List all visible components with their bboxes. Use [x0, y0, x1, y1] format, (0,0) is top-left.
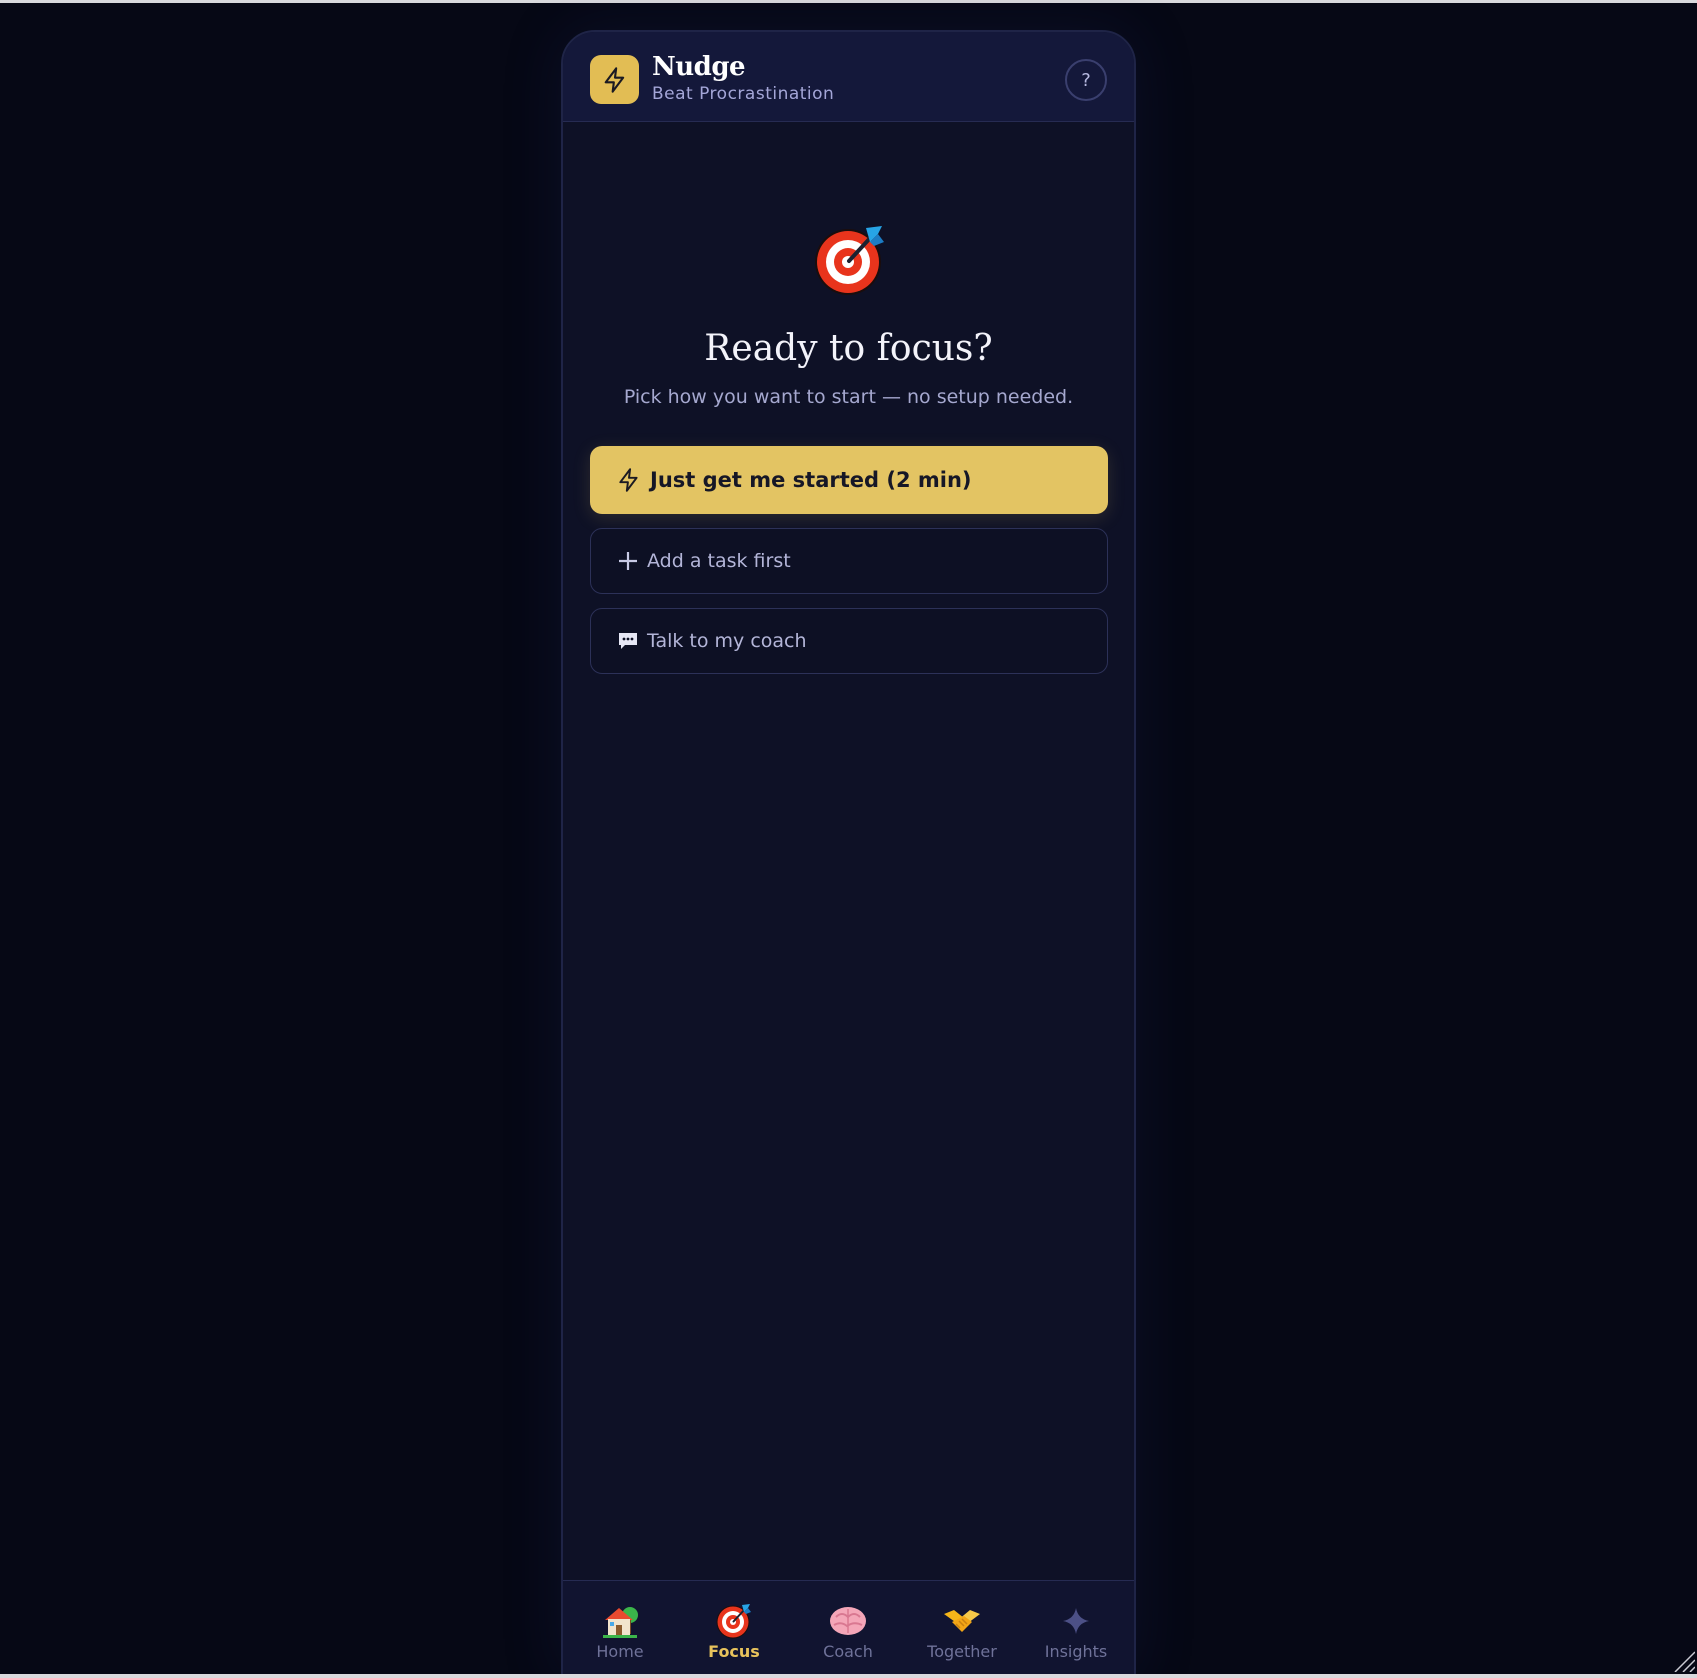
nav-label-coach: Coach	[823, 1642, 873, 1661]
quick-start-button[interactable]: Just get me started (2 min)	[590, 446, 1108, 514]
app-logo	[590, 55, 639, 104]
sparkle-icon	[1056, 1601, 1096, 1641]
nav-item-focus[interactable]: Focus	[677, 1581, 791, 1674]
chat-icon	[619, 633, 637, 649]
app-name: Nudge	[652, 52, 746, 82]
nav-item-together[interactable]: Together	[905, 1581, 1019, 1674]
lightning-icon	[604, 66, 624, 93]
window-bottom-border	[0, 1674, 1697, 1678]
target-icon	[714, 1601, 754, 1641]
nav-item-coach[interactable]: Coach	[791, 1581, 905, 1674]
add-task-label: Add a task first	[647, 550, 791, 572]
brain-icon	[828, 1601, 868, 1641]
talk-to-coach-label: Talk to my coach	[647, 630, 807, 652]
app-tagline: Beat Procrastination	[652, 84, 835, 104]
nav-label-home: Home	[596, 1642, 644, 1661]
nav-label-focus: Focus	[708, 1642, 760, 1661]
app-frame: Nudge Beat Procrastination ? Ready to fo…	[561, 30, 1136, 1676]
lightning-icon	[619, 468, 638, 492]
nav-item-home[interactable]: Home	[563, 1581, 677, 1674]
app-header: Nudge Beat Procrastination ?	[563, 32, 1134, 122]
nav-item-insights[interactable]: Insights	[1019, 1581, 1133, 1674]
resize-grip-icon[interactable]	[1671, 1648, 1695, 1672]
nav-label-together: Together	[927, 1642, 997, 1661]
hero-subtitle: Pick how you want to start — no setup ne…	[623, 386, 1074, 408]
nav-label-insights: Insights	[1044, 1642, 1108, 1661]
help-button[interactable]: ?	[1065, 59, 1107, 101]
house-icon	[600, 1601, 640, 1641]
hero-title: Ready to focus?	[704, 328, 993, 369]
handshake-icon	[942, 1601, 982, 1641]
window-top-border	[0, 0, 1697, 3]
plus-icon	[619, 552, 637, 570]
target-icon	[815, 226, 884, 295]
talk-to-coach-button[interactable]: Talk to my coach	[590, 608, 1108, 674]
bottom-nav: Home Focus Coach Together Insights	[563, 1580, 1134, 1674]
add-task-button[interactable]: Add a task first	[590, 528, 1108, 594]
quick-start-label: Just get me started (2 min)	[650, 468, 972, 492]
